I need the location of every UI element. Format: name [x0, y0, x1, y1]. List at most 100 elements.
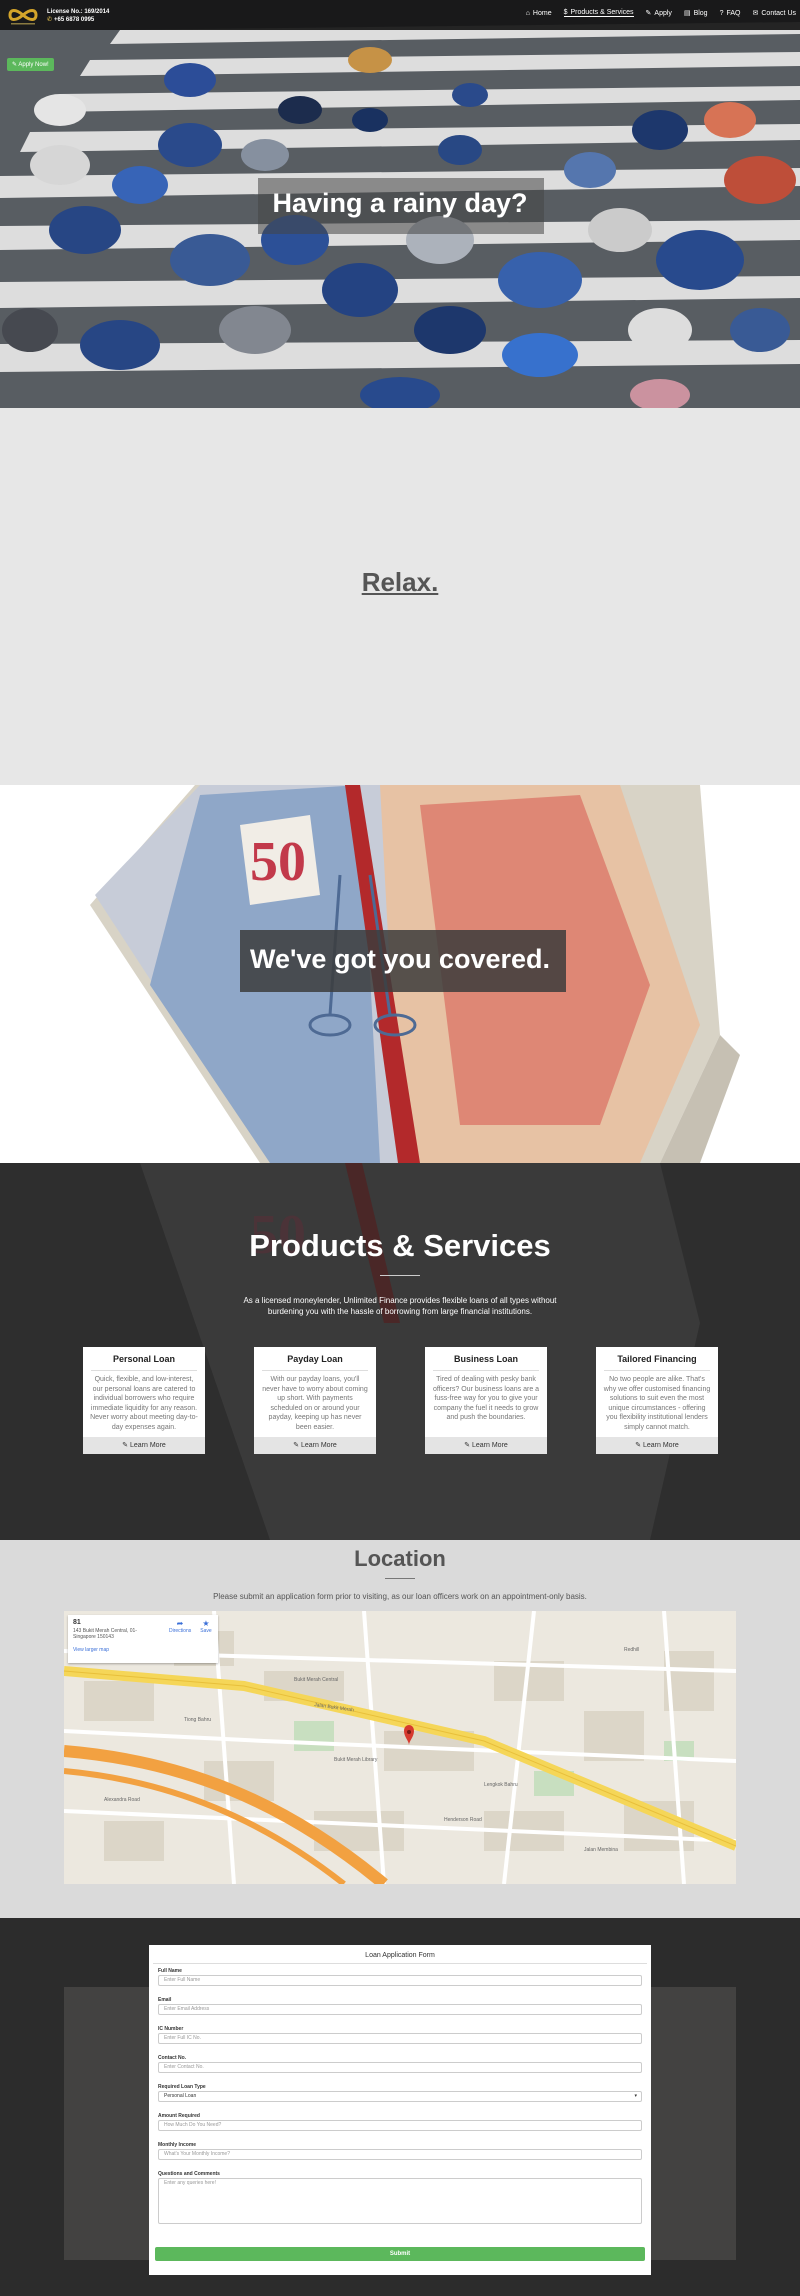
learn-more-button[interactable]: ✎ Learn More [596, 1437, 718, 1454]
nav-contact-label: Contact Us [761, 9, 796, 17]
hero-title: Having a rainy day? [272, 188, 528, 218]
nav-home-label: Home [532, 9, 552, 17]
email-input[interactable]: Enter Email Address [158, 2004, 642, 2015]
learn-more-label: Learn More [130, 1442, 166, 1449]
location-divider [385, 1578, 415, 1579]
card-title: Tailored Financing [617, 1354, 697, 1364]
income-input[interactable]: What's Your Monthly Income? [158, 2149, 642, 2160]
learn-more-label: Learn More [643, 1442, 679, 1449]
full-name-input[interactable]: Enter Full Name [158, 1975, 642, 1986]
home-icon: ⌂ [525, 9, 530, 17]
chevron-down-icon: ▾ [634, 2093, 637, 2099]
map-street-label: Tiong Bahru [184, 1717, 211, 1723]
card-text: No two people are alike. That's why we o… [603, 1376, 711, 1431]
card-title: Business Loan [453, 1354, 518, 1364]
card-title: Personal Loan [112, 1354, 175, 1364]
map-street-label: Bukit Merah Central [294, 1677, 338, 1683]
nav-contact[interactable]: ✉ Contact Us [752, 9, 797, 18]
ic-number-label: IC Number [158, 2026, 184, 2032]
location-section: Location Please submit an application fo… [0, 1540, 800, 1918]
map-street-label: Alexandra Road [104, 1797, 140, 1803]
google-map[interactable]: Jalan Bukit Merah Bukit Merah Central Redh… [64, 1611, 736, 1884]
learn-more-button[interactable]: ✎ Learn More [425, 1437, 547, 1454]
directions-button[interactable]: ➦ Directions [169, 1619, 191, 1634]
email-label: Email [158, 1997, 172, 2003]
contact-no-label: Contact No. [158, 2055, 187, 2061]
nav-faq-label: FAQ [726, 9, 741, 17]
svg-text:50: 50 [250, 831, 306, 893]
star-icon: ★ [202, 1619, 210, 1628]
map-info-card: 81 143 Bukit Merah Central, 01- Singapor… [68, 1615, 218, 1663]
nav-apply[interactable]: ✎ Apply [645, 9, 672, 18]
ic-number-input[interactable]: Enter Full IC No. [158, 2033, 642, 2044]
phone-number[interactable]: ✆ +65 6878 0995 [47, 16, 94, 24]
loan-application-form: Loan Application Form Full Name Enter Fu… [149, 1945, 651, 2275]
question-icon: ? [719, 9, 724, 17]
product-card-personal-loan: Personal Loan Quick, flexible, and low-i… [83, 1347, 205, 1454]
products-services-section: 50 Products & Services As a licensed mon… [0, 1163, 800, 1540]
edit-icon: ✎ [645, 10, 652, 17]
products-title: Products & Services [249, 1228, 551, 1263]
pencil-icon: ✎ [464, 1442, 472, 1449]
card-divider [433, 1370, 539, 1371]
products-divider [380, 1275, 420, 1276]
form-title: Loan Application Form [365, 1952, 435, 1959]
unlimited-finance-logo[interactable] [6, 3, 40, 27]
amount-label: Amount Required [158, 2113, 200, 2119]
phone-icon: ✆ [47, 17, 53, 23]
card-text: Quick, flexible, and low-interest, our p… [90, 1376, 198, 1431]
nav-home[interactable]: ⌂ Home [526, 9, 552, 17]
application-form-section: Loan Application Form Full Name Enter Fu… [0, 1918, 800, 2296]
learn-more-button[interactable]: ✎ Learn More [83, 1437, 205, 1454]
navbar: License No.: 169/2014 ✆ +65 6878 0995 ⌂ Ho… [0, 0, 800, 30]
nav-blog[interactable]: ▤ Blog [683, 9, 708, 18]
map-street-label: Lengkok Bahru [484, 1782, 518, 1788]
directions-label: Directions [169, 1628, 192, 1634]
comments-textarea[interactable]: Enter any queries here! [158, 2178, 642, 2224]
learn-more-label: Learn More [472, 1442, 508, 1449]
loan-type-value: Personal Loan [164, 2093, 197, 2099]
contact-no-input[interactable]: Enter Contact No. [158, 2062, 642, 2073]
nav-blog-label: Blog [693, 9, 708, 17]
save-button[interactable]: ★ Save [196, 1619, 216, 1634]
card-text: With our payday loans, you'll never have… [262, 1376, 368, 1431]
hero-section: ✎ Apply Now! Having a rainy day? [0, 0, 800, 408]
nav-products-label: Products & Services [570, 9, 634, 16]
map-street-label: Jalan Membina [584, 1847, 618, 1853]
blog-icon: ▤ [683, 10, 691, 17]
card-title: Payday Loan [287, 1354, 343, 1364]
card-divider [604, 1370, 710, 1371]
pencil-icon: ✎ [122, 1442, 130, 1449]
envelope-icon: ✉ [752, 10, 759, 17]
loan-type-label: Required Loan Type [158, 2084, 206, 2090]
map-street-label: Redhill [624, 1647, 639, 1653]
pencil-icon: ✎ [293, 1442, 301, 1449]
learn-more-button[interactable]: ✎ Learn More [254, 1437, 376, 1454]
nav-apply-label: Apply [654, 9, 672, 17]
products-description: As a licensed moneylender, Unlimited Fin… [243, 1296, 557, 1316]
learn-more-label: Learn More [301, 1442, 337, 1449]
form-divider [153, 1963, 647, 1964]
view-larger-map-link[interactable]: View larger map [73, 1647, 109, 1653]
loan-type-select[interactable]: Personal Loan ▾ [158, 2091, 642, 2102]
nav-products-services[interactable]: $ Products & Services [563, 9, 634, 17]
submit-button[interactable]: Submit [155, 2247, 645, 2261]
product-card-business-loan: Business Loan Tired of dealing with pesk… [425, 1347, 547, 1454]
location-title: Location [354, 1546, 446, 1571]
amount-input[interactable]: How Much Do You Need? [158, 2120, 642, 2131]
pencil-icon: ✎ [635, 1442, 643, 1449]
save-label: Save [200, 1628, 212, 1634]
relax-section: Relax. [0, 408, 800, 785]
map-place-number: 81 [73, 1619, 81, 1626]
product-card-tailored-financing: Tailored Financing No two people are ali… [596, 1347, 718, 1454]
map-street-label: Bukit Merah Library [334, 1757, 378, 1763]
apply-now-button[interactable]: ✎ Apply Now! [7, 58, 54, 71]
license-number: License No.: 169/2014 [47, 9, 110, 15]
apply-now-label: Apply Now! [18, 62, 49, 68]
card-divider [91, 1370, 197, 1371]
nav-faq[interactable]: ? FAQ [720, 9, 741, 17]
card-divider [262, 1370, 368, 1371]
card-text: Tired of dealing with pesky bank officer… [432, 1376, 540, 1422]
comments-label: Questions and Comments [158, 2171, 220, 2177]
covered-heading: We've got you covered. [249, 944, 550, 974]
